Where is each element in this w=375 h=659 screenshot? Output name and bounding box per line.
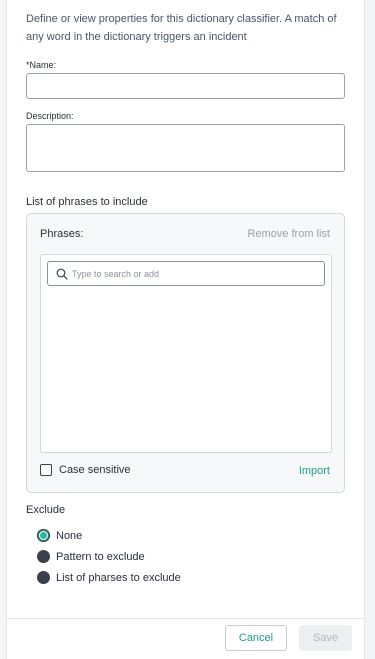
cancel-button[interactable]: Cancel — [225, 625, 287, 651]
radio-icon[interactable] — [37, 550, 50, 563]
description-label: Description: — [26, 111, 74, 121]
phrases-section-title: List of phrases to include — [26, 196, 148, 208]
dictionary-classifier-panel: Define or view properties for this dicti… — [6, 0, 366, 659]
description-field[interactable] — [26, 124, 345, 172]
case-sensitive-label: Case sensitive — [59, 464, 131, 476]
exclude-option-pattern[interactable]: Pattern to exclude — [37, 550, 145, 563]
search-icon — [56, 268, 68, 280]
import-link[interactable]: Import — [299, 465, 330, 477]
exclude-section-title: Exclude — [26, 504, 66, 516]
footer-divider — [7, 618, 366, 619]
exclude-option-label: List of pharses to exclude — [56, 571, 181, 584]
exclude-option-phrase-list[interactable]: List of pharses to exclude — [37, 571, 181, 584]
phrases-list[interactable] — [40, 254, 332, 453]
save-button[interactable]: Save — [299, 625, 352, 651]
radio-selected-icon[interactable] — [37, 529, 50, 542]
intro-text: Define or view properties for this dicti… — [26, 13, 337, 43]
phrases-box: Phrases: Remove from list Case sensitive… — [26, 213, 345, 493]
phrases-label: Phrases: — [40, 228, 84, 240]
exclude-option-label: None — [56, 529, 83, 542]
case-sensitive-checkbox[interactable] — [40, 464, 52, 476]
exclude-option-none[interactable]: None — [37, 529, 82, 542]
remove-from-list-link[interactable]: Remove from list — [247, 228, 330, 240]
exclude-option-label: Pattern to exclude — [56, 550, 145, 563]
radio-icon[interactable] — [37, 571, 50, 584]
name-field[interactable] — [26, 73, 345, 99]
phrase-search-input[interactable] — [72, 263, 318, 284]
case-sensitive-row[interactable]: Case sensitive — [40, 464, 131, 476]
name-label: *Name: — [26, 60, 57, 70]
phrase-search-box[interactable] — [47, 261, 325, 286]
